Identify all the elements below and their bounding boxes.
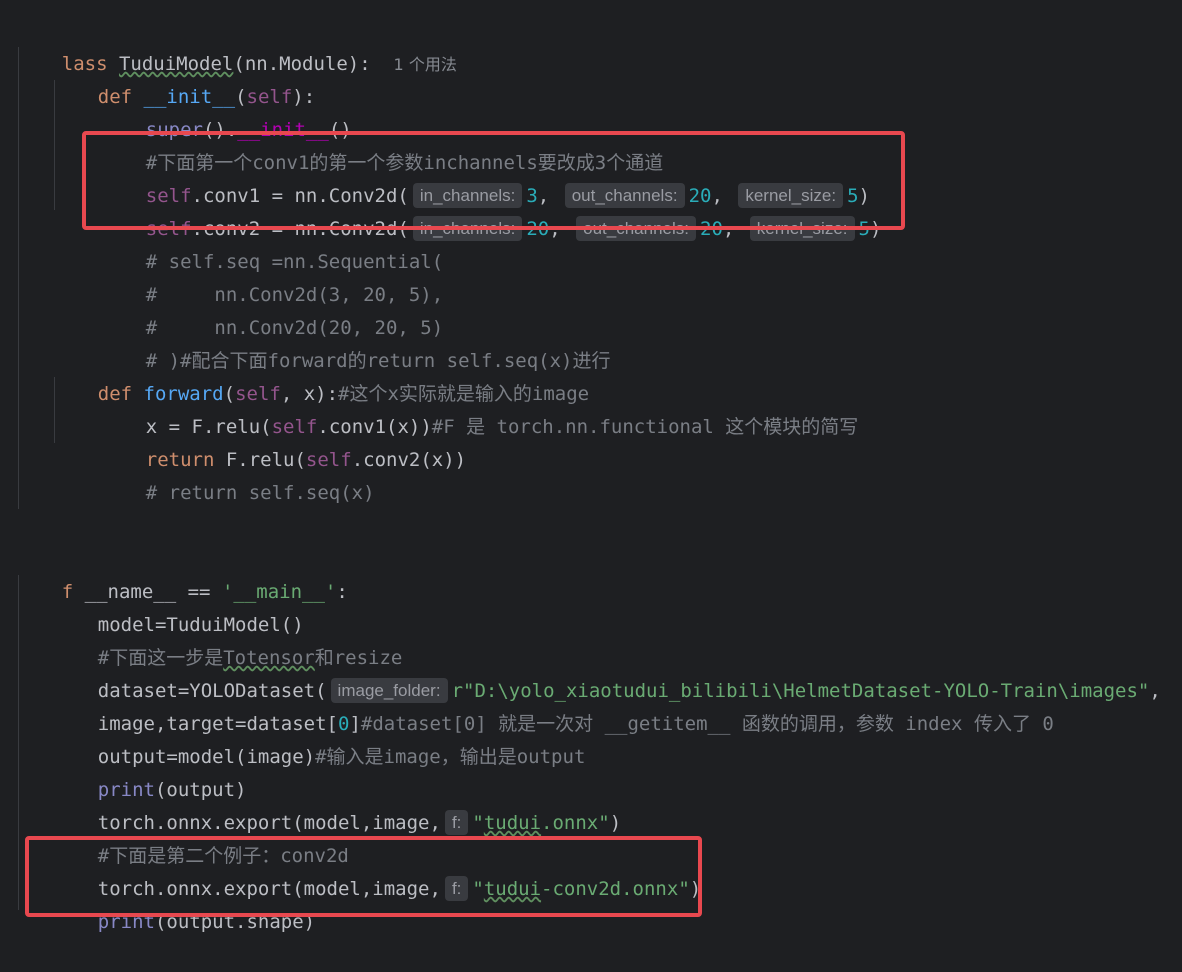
code-line-comment[interactable]: # )#配合下面forward的return self.seq(x)进行: [0, 312, 1182, 372]
code-line-comment[interactable]: # return self.seq(x): [0, 444, 1182, 504]
code-editor[interactable]: lass TuduiModel(nn.Module): 1 个用法 def __…: [0, 0, 1182, 933]
code-line-print[interactable]: print(output): [0, 741, 1182, 801]
comment: # return self.seq(x): [145, 482, 375, 504]
code-line-output[interactable]: output=model(image)#输入是image，输出是output: [0, 708, 1182, 768]
code-line-return[interactable]: return F.relu(self.conv2(x)): [0, 411, 1182, 471]
code-line-comment[interactable]: # nn.Conv2d(20, 20, 5): [0, 279, 1182, 339]
code-line-export[interactable]: torch.onnx.export(model,image, f: "tudui.o…: [0, 774, 1182, 835]
code-line-dataset[interactable]: dataset=YOLODataset(image_folder: r"D:\yo…: [0, 642, 1182, 703]
code-line-init-def[interactable]: def __init__(self):: [0, 48, 1182, 108]
code-line-comment[interactable]: #下面这一步是Totensor和resize: [0, 609, 1182, 669]
code-line-main-guard[interactable]: f __name__ == '__main__':: [0, 543, 1182, 603]
code-line-class-def[interactable]: lass TuduiModel(nn.Module): 1 个用法: [0, 15, 1182, 75]
highlight-box-export-conv2d: [25, 836, 702, 917]
code-line-relu1[interactable]: x = F.relu(self.conv1(x))#F 是 torch.nn.f…: [0, 378, 1182, 438]
code-line-model[interactable]: model=TuduiModel(): [0, 576, 1182, 636]
code-line-image-target[interactable]: image,target=dataset[0]#dataset[0] 就是一次对…: [0, 675, 1182, 735]
code-line-forward-def[interactable]: def forward(self, x):#这个x实际就是输入的image: [0, 345, 1182, 405]
highlight-box-conv-layers: [82, 131, 905, 230]
code-line-comment[interactable]: # nn.Conv2d(3, 20, 5),: [0, 246, 1182, 306]
code-line-super[interactable]: super().__init__(): [0, 81, 1182, 141]
